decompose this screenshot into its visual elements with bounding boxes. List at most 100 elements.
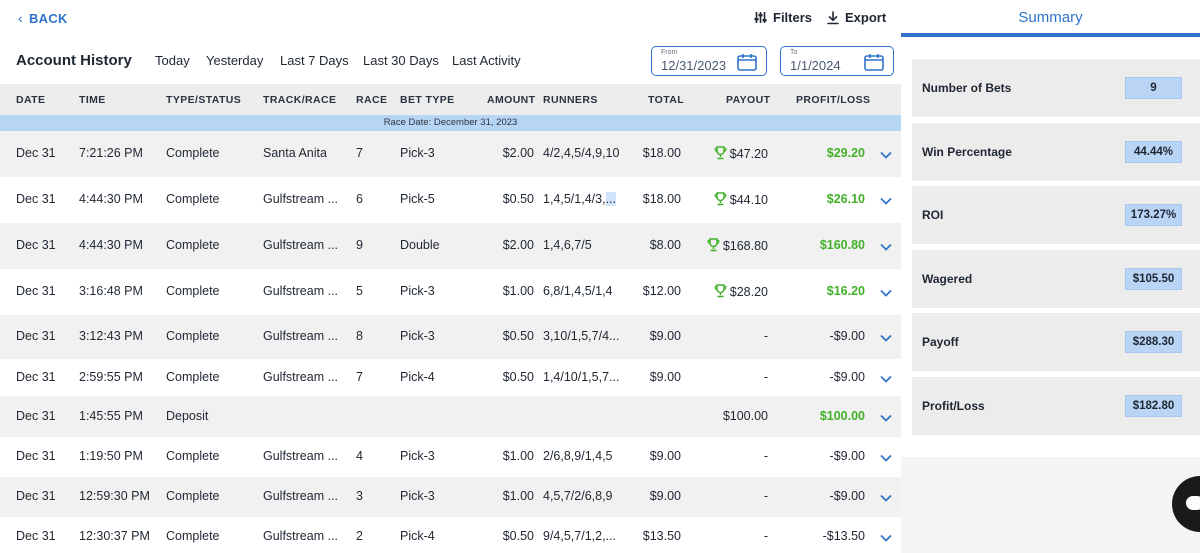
col-total[interactable]: TOTAL [648, 94, 684, 106]
chevron-down-icon[interactable] [880, 289, 892, 297]
cell-track: Gulfstream ... [263, 529, 339, 543]
cell-date: Dec 31 [16, 238, 56, 252]
col-track-race[interactable]: TRACK/RACE [263, 94, 336, 106]
table-row[interactable]: Dec 31 2:59:55 PM Complete Gulfstream ... 7 P… [0, 359, 901, 396]
cell-pl: $29.20 [826, 146, 865, 160]
col-amount[interactable]: AMOUNT [487, 94, 535, 106]
download-icon [827, 10, 839, 24]
stat-label: Win Percentage [922, 145, 1012, 159]
cell-payout: - [763, 449, 768, 463]
range-today[interactable]: Today [155, 53, 190, 68]
chat-button[interactable] [1172, 476, 1200, 532]
cell-pl: $26.10 [826, 192, 865, 206]
cell-total: $13.50 [642, 529, 681, 543]
cell-runners: 4,5,7/2/6,8,9 [543, 489, 613, 503]
chevron-down-icon[interactable] [880, 454, 892, 462]
cell-time: 4:44:30 PM [79, 192, 143, 206]
cell-time: 3:12:43 PM [79, 329, 143, 343]
cell-date: Dec 31 [16, 409, 56, 423]
chevron-down-icon[interactable] [880, 243, 892, 251]
col-profit-loss[interactable]: PROFIT/LOSS [796, 94, 870, 106]
cell-total: $18.00 [642, 146, 681, 160]
col-time[interactable]: TIME [79, 94, 106, 106]
date-from-field[interactable]: From 12/31/2023 [651, 46, 767, 76]
cell-pl: -$9.00 [829, 449, 865, 463]
cell-date: Dec 31 [16, 489, 56, 503]
cell-track: Gulfstream ... [263, 284, 339, 298]
cell-payout: $44.10 [714, 192, 768, 207]
race-date-group-header: Race Date: December 31, 2023 [0, 115, 901, 131]
cell-status: Deposit [166, 409, 209, 423]
chevron-down-icon[interactable] [880, 151, 892, 159]
cell-bet-type: Pick-4 [400, 370, 435, 384]
payout-value: $47.20 [729, 147, 768, 161]
cell-runners: 6,8/1,4,5/1,4 [543, 284, 613, 298]
cell-bet-type: Pick-3 [400, 449, 435, 463]
col-runners[interactable]: RUNNERS [543, 94, 598, 106]
cell-time: 12:59:30 PM [79, 489, 150, 503]
range-yesterday[interactable]: Yesterday [206, 53, 263, 68]
chevron-down-icon[interactable] [880, 375, 892, 383]
stat-wagered: Wagered $105.50 [912, 250, 1200, 308]
col-bet-type[interactable]: BET TYPE [400, 94, 455, 106]
payout-value: $168.80 [722, 239, 768, 253]
col-type-status[interactable]: TYPE/STATUS [166, 94, 241, 106]
table-row[interactable]: Dec 31 7:21:26 PM Complete Santa Anita 7 Pick… [0, 131, 901, 177]
cell-amount: $1.00 [502, 489, 534, 503]
chevron-left-icon: ‹ [18, 10, 23, 26]
table-row[interactable]: Dec 31 12:30:37 PM Complete Gulfstream ... 2… [0, 517, 901, 553]
cell-runners: 1,4,6,7/5 [543, 238, 592, 252]
chevron-down-icon[interactable] [880, 197, 892, 205]
export-button[interactable]: Export [827, 10, 886, 25]
table-row[interactable]: Dec 31 1:19:50 PM Complete Gulfstream ... 4 P… [0, 437, 901, 477]
cell-track: Gulfstream ... [263, 329, 339, 343]
range-last-activity[interactable]: Last Activity [452, 53, 521, 68]
table-row[interactable]: Dec 31 3:16:48 PM Complete Gulfstream ... 5 P… [0, 269, 901, 315]
range-last-7-days[interactable]: Last 7 Days [280, 53, 349, 68]
cell-bet-type: Pick-3 [400, 284, 435, 298]
cell-race: 9 [356, 238, 363, 252]
cell-amount: $1.00 [502, 284, 534, 298]
chevron-down-icon[interactable] [880, 414, 892, 422]
cell-payout: $28.20 [714, 284, 768, 299]
stat-value: 44.44% [1125, 141, 1182, 163]
stat-payoff: Payoff $288.30 [912, 313, 1200, 371]
cell-track: Gulfstream ... [263, 238, 339, 252]
cell-date: Dec 31 [16, 529, 56, 543]
runners-selected-text: ... [605, 192, 616, 206]
stat-value: 9 [1125, 77, 1182, 99]
table-row[interactable]: Dec 31 4:44:30 PM Complete Gulfstream ... 9 D… [0, 223, 901, 269]
calendar-icon[interactable] [737, 53, 757, 71]
cell-bet-type: Double [400, 238, 440, 252]
cell-date: Dec 31 [16, 329, 56, 343]
col-payout[interactable]: PAYOUT [726, 94, 770, 106]
chevron-down-icon[interactable] [880, 494, 892, 502]
filters-button[interactable]: Filters [754, 10, 812, 25]
table-row[interactable]: Dec 31 1:45:55 PM Deposit $100.00 $100.00 [0, 396, 901, 437]
table-row[interactable]: Dec 31 3:12:43 PM Complete Gulfstream ... 8 P… [0, 315, 901, 359]
date-to-field[interactable]: To 1/1/2024 [780, 46, 894, 76]
table-row[interactable]: Dec 31 12:59:30 PM Complete Gulfstream ... 3… [0, 477, 901, 517]
cell-amount: $0.50 [502, 329, 534, 343]
cell-payout: $100.00 [722, 409, 768, 423]
col-date[interactable]: DATE [16, 94, 45, 106]
col-race[interactable]: RACE [356, 94, 387, 106]
cell-date: Dec 31 [16, 370, 56, 384]
back-button[interactable]: ‹ BACK [18, 10, 68, 26]
range-last-30-days[interactable]: Last 30 Days [363, 53, 439, 68]
cell-date: Dec 31 [16, 284, 56, 298]
chevron-down-icon[interactable] [880, 534, 892, 542]
chevron-down-icon[interactable] [880, 334, 892, 342]
cell-status: Complete [166, 370, 220, 384]
table-row[interactable]: Dec 31 4:44:30 PM Complete Gulfstream ... 6 P… [0, 177, 901, 223]
cell-payout: - [763, 370, 768, 384]
cell-amount: $0.50 [502, 529, 534, 543]
cell-track: Gulfstream ... [263, 489, 339, 503]
calendar-icon[interactable] [864, 53, 884, 71]
cell-track: Gulfstream ... [263, 192, 339, 206]
cell-time: 1:19:50 PM [79, 449, 143, 463]
trophy-icon [714, 146, 727, 160]
cell-pl: -$9.00 [829, 370, 865, 384]
tab-summary[interactable]: Summary [901, 0, 1200, 37]
cell-bet-type: Pick-5 [400, 192, 435, 206]
